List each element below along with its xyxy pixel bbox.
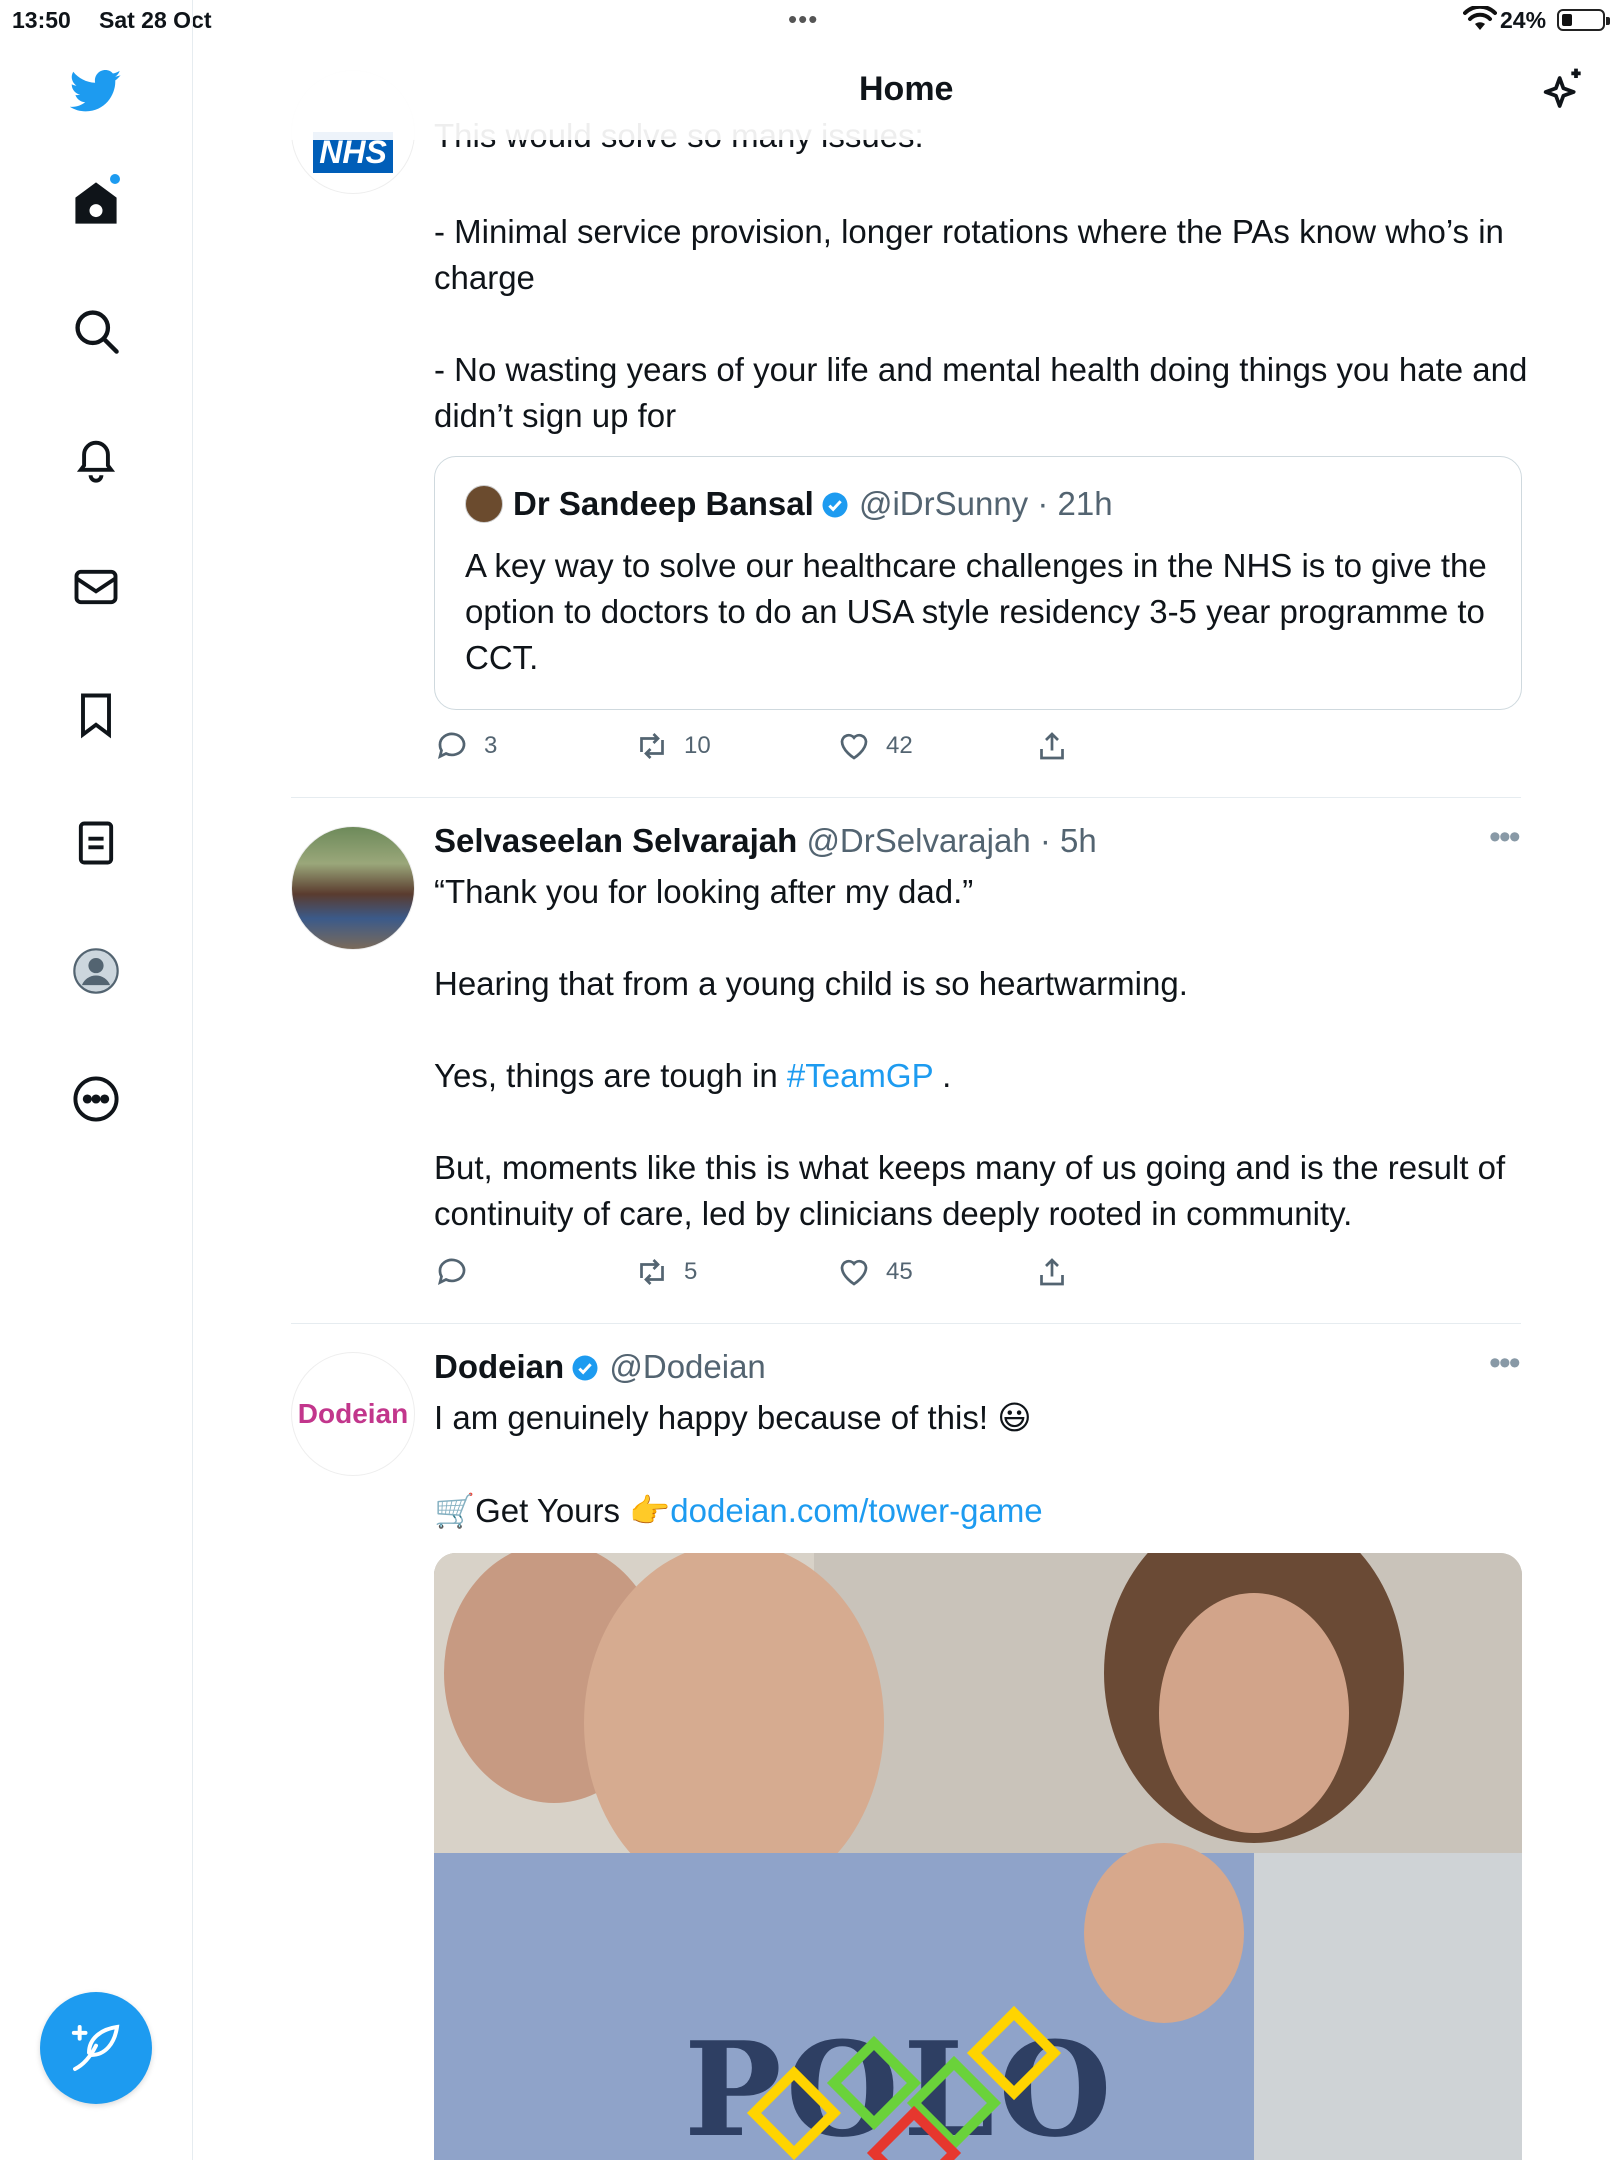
product-link[interactable]: dodeian.com/tower-game — [670, 1492, 1042, 1529]
like-count: 45 — [886, 1258, 913, 1285]
compose-tweet-button[interactable] — [40, 1992, 152, 2104]
top-tweets-sparkle-icon[interactable] — [1534, 64, 1590, 120]
tweet-cta: 🛒Get Yours 👉dodeian.com/tower-game — [434, 1488, 1534, 1534]
bookmark-icon[interactable] — [65, 684, 127, 746]
retweet-icon — [640, 1259, 664, 1285]
page-title: Home — [859, 70, 954, 108]
tweet-divider — [291, 1323, 1521, 1324]
tweet-time: · 5h — [1039, 822, 1097, 859]
quoted-tweet-text: A key way to solve our healthcare challe… — [465, 547, 1487, 676]
like-button[interactable]: 42 — [836, 728, 913, 764]
tweet-header: Dodeian @Dodeian — [434, 1344, 1534, 1390]
quoted-tweet-time: · 21h — [1037, 485, 1113, 522]
search-icon[interactable] — [65, 300, 127, 362]
sidebar — [0, 0, 193, 2160]
notifications-bell-icon[interactable] — [65, 428, 127, 490]
reply-count: 3 — [484, 732, 498, 759]
author-handle[interactable]: @Dodeian — [609, 1348, 765, 1385]
like-count: 42 — [886, 732, 913, 759]
share-icon — [1040, 732, 1064, 760]
timeline-feed[interactable]: NHS This would solve so many issues: - M… — [194, 0, 1620, 2160]
tweet-text: “Thank you for looking after my dad.” He… — [434, 869, 1534, 1237]
heart-icon — [840, 1259, 868, 1286]
lists-icon[interactable] — [65, 812, 127, 874]
verified-badge-icon — [822, 492, 848, 518]
tweet-actions: 3 10 42 — [434, 728, 1134, 768]
twitter-logo-icon[interactable] — [65, 60, 127, 122]
quoted-tweet[interactable]: Dr Sandeep Bansal @iDrSunny · 21h A key … — [434, 456, 1522, 710]
tweet-more-options-icon[interactable]: ••• — [1489, 818, 1521, 857]
like-button[interactable]: 45 — [836, 1254, 913, 1290]
quoted-author-avatar — [465, 485, 503, 523]
tweet-divider — [291, 797, 1521, 798]
tweet-header: Selvaseelan Selvarajah @DrSelvarajah · 5… — [434, 818, 1534, 864]
home-icon[interactable] — [65, 172, 127, 234]
reply-button[interactable]: 3 — [434, 728, 497, 764]
author-name[interactable]: Dodeian — [434, 1348, 564, 1385]
share-button[interactable] — [1034, 728, 1070, 764]
dodeian-logo: Dodeian — [297, 1398, 409, 1429]
author-name[interactable]: Selvaseelan Selvarajah — [434, 822, 797, 859]
dodeian-avatar[interactable]: Dodeian — [291, 1352, 415, 1476]
share-button[interactable] — [1034, 1254, 1070, 1290]
retweet-icon — [640, 733, 664, 759]
cta-text: 🛒Get Yours 👉 — [434, 1492, 671, 1529]
tweet-video-media[interactable]: POLO — [434, 1553, 1522, 2160]
more-options-icon[interactable] — [65, 1068, 127, 1130]
retweet-count: 5 — [684, 1258, 698, 1285]
retweet-count: 10 — [684, 732, 711, 759]
share-icon — [1040, 1258, 1064, 1286]
home-notification-dot — [110, 174, 120, 184]
verified-badge-icon — [572, 1355, 598, 1381]
selvarajah-avatar[interactable] — [291, 826, 415, 950]
heart-icon — [840, 733, 868, 760]
home-header: Home — [194, 40, 1620, 140]
profile-avatar-icon[interactable] — [65, 940, 127, 1002]
tweet-text: I am genuinely happy because of this! 😃 — [434, 1399, 1032, 1436]
retweet-button[interactable]: 5 — [634, 1254, 697, 1290]
quoted-tweet-header: Dr Sandeep Bansal @iDrSunny · 21h — [465, 485, 1113, 523]
author-handle[interactable]: @DrSelvarajah — [806, 822, 1030, 859]
compose-feather-icon — [71, 2024, 120, 2071]
messages-mail-icon[interactable] — [65, 556, 127, 618]
reply-icon — [437, 1258, 466, 1286]
reply-button[interactable] — [434, 1254, 484, 1290]
retweet-button[interactable]: 10 — [634, 728, 711, 764]
quoted-author-name: Dr Sandeep Bansal — [513, 485, 814, 522]
tower-game-toy — [746, 2005, 1062, 2160]
quoted-author-handle: @iDrSunny — [858, 485, 1029, 522]
tweet-text: - Minimal service provision, longer rota… — [434, 213, 1528, 434]
reply-icon — [437, 732, 466, 760]
tweet-actions: 5 45 — [434, 1254, 1134, 1294]
hashtag-link[interactable]: #TeamGP — [787, 1057, 933, 1094]
tweet-more-options-icon[interactable]: ••• — [1489, 1344, 1521, 1383]
